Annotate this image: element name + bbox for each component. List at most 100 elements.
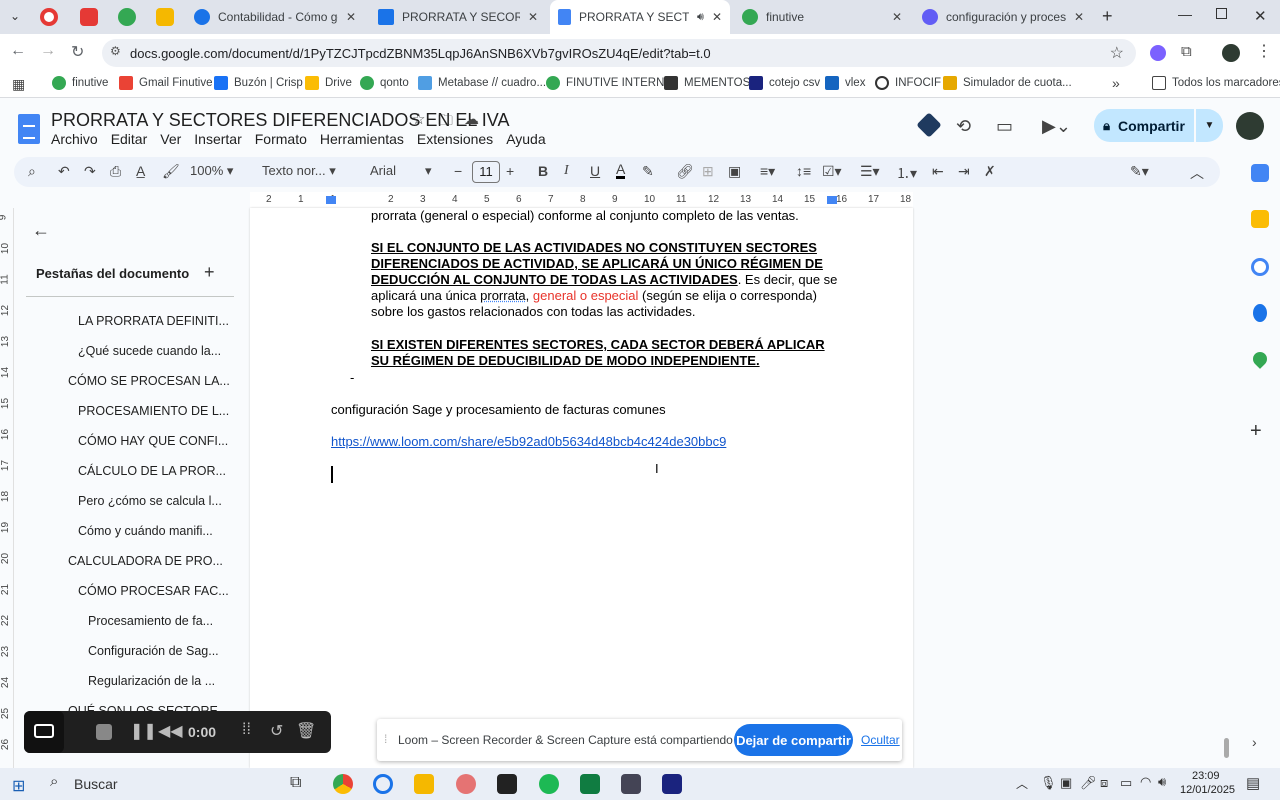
bulleted-list-icon[interactable]: ☰▾ bbox=[860, 163, 880, 180]
expand-panel-icon[interactable]: › bbox=[1252, 734, 1257, 750]
excel-icon[interactable] bbox=[580, 774, 600, 794]
right-indent-marker[interactable] bbox=[827, 196, 837, 204]
file-explorer-icon[interactable] bbox=[414, 774, 434, 794]
bookmark-item[interactable]: Metabase // cuadro... bbox=[418, 76, 546, 90]
highlight-icon[interactable]: ✎ bbox=[642, 163, 654, 180]
pinned-tab-finutive[interactable] bbox=[118, 8, 136, 26]
editing-mode-icon[interactable]: ✎▾ bbox=[1130, 163, 1149, 180]
menu-formato[interactable]: Formato bbox=[255, 131, 307, 147]
share-dropdown-button[interactable]: ▼ bbox=[1196, 109, 1223, 142]
bookmark-item[interactable]: cotejo csv bbox=[749, 76, 820, 90]
clock-date[interactable]: 12/01/2025 bbox=[1180, 784, 1235, 796]
close-icon[interactable]: ✕ bbox=[346, 10, 356, 24]
document-tab-item[interactable]: CÓMO SE PROCESAN LA... bbox=[68, 374, 230, 388]
contacts-icon[interactable] bbox=[1253, 304, 1267, 322]
url-omnibox[interactable]: ⚙ docs.google.com/document/d/1PyTZCJTpcd… bbox=[102, 39, 1136, 67]
history-icon[interactable]: ⟲ bbox=[956, 116, 971, 137]
forward-icon[interactable]: → bbox=[40, 42, 56, 60]
document-tab-item[interactable]: CÓMO PROCESAR FAC... bbox=[78, 584, 229, 598]
menu-editar[interactable]: Editar bbox=[111, 131, 148, 147]
add-addon-icon[interactable]: + bbox=[1250, 420, 1262, 443]
browser-tab-2[interactable]: PRORRATA Y SECTORES 🔊︎ ✕ bbox=[550, 0, 730, 34]
star-icon[interactable]: ☆ bbox=[412, 110, 425, 128]
menu-archivo[interactable]: Archivo bbox=[51, 131, 98, 147]
collapse-menu-icon[interactable]: ︿ bbox=[1190, 163, 1204, 183]
decrease-indent-icon[interactable]: ⇤ bbox=[932, 163, 944, 180]
search-app-icon[interactable] bbox=[373, 774, 393, 794]
windows-start-icon[interactable]: ⊞ bbox=[12, 776, 25, 796]
add-comment-icon[interactable]: ⊞ bbox=[702, 163, 714, 180]
add-tab-icon[interactable]: + bbox=[204, 262, 215, 283]
document-tab-item[interactable]: LA PRORRATA DEFINITI... bbox=[78, 314, 229, 328]
document-tab-item[interactable]: CALCULADORA DE PRO... bbox=[68, 554, 223, 568]
rewind-icon[interactable]: ◀◀ bbox=[158, 721, 183, 741]
browser-tab-0[interactable]: Contabilidad - Cómo gestio ✕ bbox=[186, 0, 364, 34]
pinned-tab-recorder[interactable] bbox=[40, 8, 58, 26]
drag-handle-icon[interactable]: ⁞ bbox=[384, 732, 387, 746]
bookmark-item[interactable]: vlex bbox=[825, 76, 865, 90]
task-view-icon[interactable]: ⧉ bbox=[290, 774, 301, 792]
wifi-icon[interactable]: ◠ bbox=[1140, 774, 1151, 790]
numbered-list-icon[interactable]: ⒈▾ bbox=[896, 163, 917, 183]
reload-icon[interactable]: ↻ bbox=[71, 42, 84, 62]
close-icon[interactable]: ✕ bbox=[712, 10, 722, 24]
menu-extensiones[interactable]: Extensiones bbox=[417, 131, 493, 147]
snipping-tool-icon[interactable] bbox=[456, 774, 476, 794]
insert-image-icon[interactable]: ▣ bbox=[728, 163, 741, 180]
close-window-icon[interactable]: ✕ bbox=[1254, 7, 1267, 25]
pinned-tab-pdf[interactable] bbox=[80, 8, 98, 26]
bookmark-item[interactable]: INFOCIF bbox=[875, 76, 941, 90]
bookmark-item[interactable]: Drive bbox=[305, 76, 352, 90]
calculator-icon[interactable] bbox=[621, 774, 641, 794]
menu-insertar[interactable]: Insertar bbox=[194, 131, 241, 147]
menu-ver[interactable]: Ver bbox=[160, 131, 181, 147]
screen-share-tray-icon[interactable]: ⧈ bbox=[1100, 775, 1108, 791]
horizontal-ruler[interactable]: 21123456789101112131415161718 bbox=[250, 192, 913, 208]
font-size-input[interactable]: 11 bbox=[472, 161, 500, 183]
menu-ayuda[interactable]: Ayuda bbox=[506, 131, 545, 147]
loom-link[interactable]: https://www.loom.com/share/e5b92ad0b5634… bbox=[331, 434, 801, 450]
minimize-icon[interactable]: — bbox=[1178, 6, 1192, 22]
taskbar-search-box[interactable]: Buscar bbox=[74, 776, 118, 792]
camera-tray-icon[interactable]: ▣ bbox=[1060, 775, 1072, 791]
comments-icon[interactable]: ▭ bbox=[996, 116, 1013, 137]
document-page[interactable]: prorrata (general o especial) conforme a… bbox=[250, 208, 913, 768]
profile-avatar[interactable] bbox=[1222, 44, 1240, 62]
maps-icon[interactable] bbox=[1250, 349, 1270, 369]
back-arrow-icon[interactable]: ← bbox=[32, 220, 50, 241]
close-icon[interactable]: ✕ bbox=[892, 10, 902, 24]
document-tab-item[interactable]: ¿Qué sucede cuando la... bbox=[78, 344, 221, 358]
gemini-icon[interactable] bbox=[916, 112, 942, 138]
trash-icon[interactable]: 🗑︎ bbox=[296, 721, 316, 741]
text-color-icon[interactable]: A bbox=[616, 162, 626, 179]
bookmark-item[interactable]: finutive bbox=[52, 76, 108, 90]
notifications-icon[interactable]: ▤ bbox=[1246, 774, 1260, 792]
browser-tab-4[interactable]: configuración y procesam ✕ bbox=[914, 0, 1092, 34]
bookmark-item[interactable]: qonto bbox=[360, 76, 409, 90]
document-tab-item[interactable]: PROCESAMIENTO DE L... bbox=[78, 404, 229, 418]
print-icon[interactable]: ⎙ bbox=[110, 163, 121, 180]
document-tab-item[interactable]: CÁLCULO DE LA PROR... bbox=[78, 464, 226, 478]
document-tab-item[interactable]: Pero ¿cómo se calcula l... bbox=[78, 494, 222, 508]
align-icon[interactable]: ≡▾ bbox=[760, 163, 775, 180]
font-family-select[interactable]: Arial ▾ bbox=[370, 163, 434, 178]
left-indent-marker[interactable] bbox=[326, 196, 336, 204]
paint-format-icon[interactable]: 🖌︎ bbox=[162, 163, 180, 180]
loom-camera-button[interactable] bbox=[24, 711, 64, 753]
restore-icon[interactable] bbox=[1216, 8, 1227, 19]
checklist-icon[interactable]: ☑▾ bbox=[822, 163, 842, 180]
docs-logo-icon[interactable] bbox=[18, 114, 40, 144]
apps-grid-icon[interactable]: ▦ bbox=[12, 76, 25, 93]
close-icon[interactable]: ✕ bbox=[1074, 10, 1084, 24]
bookmark-item[interactable]: Gmail Finutive bbox=[119, 76, 213, 90]
share-button[interactable]: 🔒︎ Compartir bbox=[1094, 109, 1194, 142]
italic-icon[interactable]: I bbox=[564, 163, 569, 179]
battery-icon[interactable]: ▭ bbox=[1120, 775, 1132, 791]
new-tab-icon[interactable]: + bbox=[1102, 6, 1113, 27]
increase-indent-icon[interactable]: ⇥ bbox=[958, 163, 970, 180]
line-spacing-icon[interactable]: ↕≡ bbox=[796, 163, 811, 179]
redo-icon[interactable]: ↷ bbox=[84, 163, 96, 180]
chrome-taskbar-icon[interactable] bbox=[333, 774, 353, 794]
bookmark-item[interactable]: Simulador de cuota... bbox=[943, 76, 1072, 90]
bookmark-star-icon[interactable]: ☆ bbox=[1110, 43, 1124, 63]
